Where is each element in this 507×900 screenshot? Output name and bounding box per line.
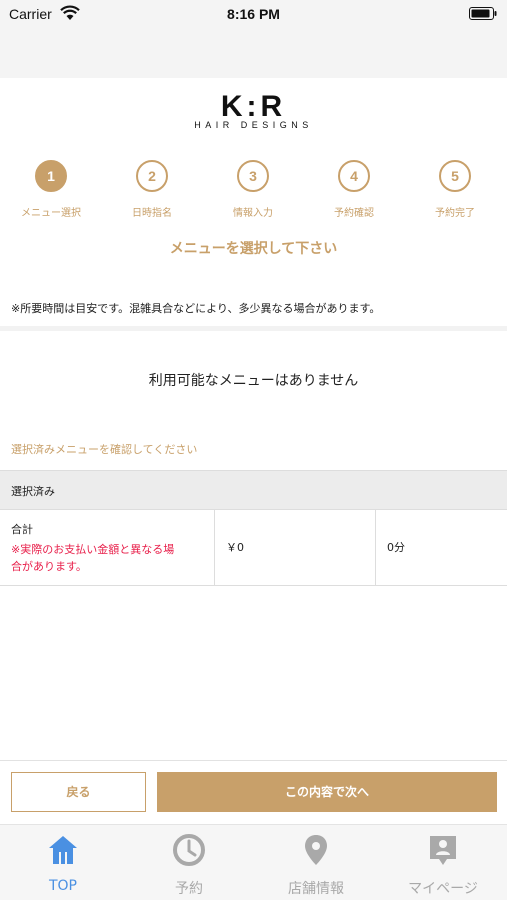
profile-card-icon: [430, 836, 456, 865]
step-complete: 5 予約完了: [405, 160, 505, 219]
step-label: メニュー選択: [21, 208, 81, 219]
step-menu-select: 1 メニュー選択: [1, 160, 101, 219]
duration-notice: ※所要時間は目安です。混雑具合などにより、多少異なる場合があります。: [11, 302, 381, 315]
step-info-input: 3 情報入力: [203, 160, 303, 219]
step-label: 情報入力: [233, 208, 273, 219]
brand-logo: K:R HAIR DESIGNS: [0, 90, 507, 134]
tab-label: TOP: [48, 878, 77, 894]
clock-icon: [173, 834, 205, 866]
step-label: 日時指名: [132, 208, 172, 219]
tab-reservation[interactable]: 予約: [126, 825, 252, 900]
tab-label: 店舗情報: [288, 881, 344, 897]
battery-icon: [469, 7, 497, 20]
total-label: 合計: [11, 523, 33, 536]
payment-warning-line2: 合があります。: [11, 560, 87, 573]
step-confirm: 4 予約確認: [304, 160, 404, 219]
step-number: 1: [35, 160, 67, 192]
step-number: 4: [338, 160, 370, 192]
step-number: 5: [439, 160, 471, 192]
tab-label: 予約: [175, 881, 203, 897]
status-bar: Carrier 8:16 PM: [0, 0, 507, 30]
tab-top[interactable]: TOP: [0, 825, 126, 900]
home-icon: [49, 836, 77, 864]
step-datetime: 2 日時指名: [102, 160, 202, 219]
location-pin-icon: [305, 835, 327, 865]
next-button[interactable]: この内容で次へ: [157, 772, 497, 812]
confirm-selected-text: 選択済みメニューを確認してください: [11, 443, 198, 456]
status-time: 8:16 PM: [227, 6, 280, 22]
navigation-bar: [0, 30, 507, 78]
logo-main-text: K:R: [220, 90, 287, 123]
section-divider: [0, 326, 507, 331]
progress-steps: 1 メニュー選択 2 日時指名 3 情報入力 4 予約確認 5 予約完了: [0, 160, 507, 220]
tab-bar: TOP 予約 店舗情報 マイページ: [0, 824, 507, 900]
total-row: 合計 ※実際のお支払い金額と異なる場 合があります。 ￥0 0分: [0, 510, 507, 586]
tab-mypage[interactable]: マイページ: [380, 825, 506, 900]
logo-sub-text: HAIR DESIGNS: [194, 120, 313, 130]
payment-warning-line1: ※実際のお支払い金額と異なる場: [11, 543, 175, 556]
back-button[interactable]: 戻る: [11, 772, 146, 812]
tab-label: マイページ: [408, 881, 478, 897]
step-number: 2: [136, 160, 168, 192]
total-label-cell: 合計 ※実際のお支払い金額と異なる場 合があります。: [0, 510, 215, 585]
selected-header-label: 選択済み: [11, 485, 55, 498]
page-heading: メニューを選択して下さい: [169, 241, 338, 257]
bottom-divider: [0, 760, 507, 761]
step-label: 予約確認: [334, 208, 374, 219]
total-duration: 0分: [387, 541, 405, 554]
empty-menu-message: 利用可能なメニューはありません: [148, 373, 359, 389]
total-price: ￥0: [215, 510, 376, 585]
step-number: 3: [237, 160, 269, 192]
step-label: 予約完了: [435, 208, 475, 219]
tab-store-info[interactable]: 店舗情報: [253, 825, 379, 900]
selected-section-header: 選択済み: [0, 470, 507, 510]
